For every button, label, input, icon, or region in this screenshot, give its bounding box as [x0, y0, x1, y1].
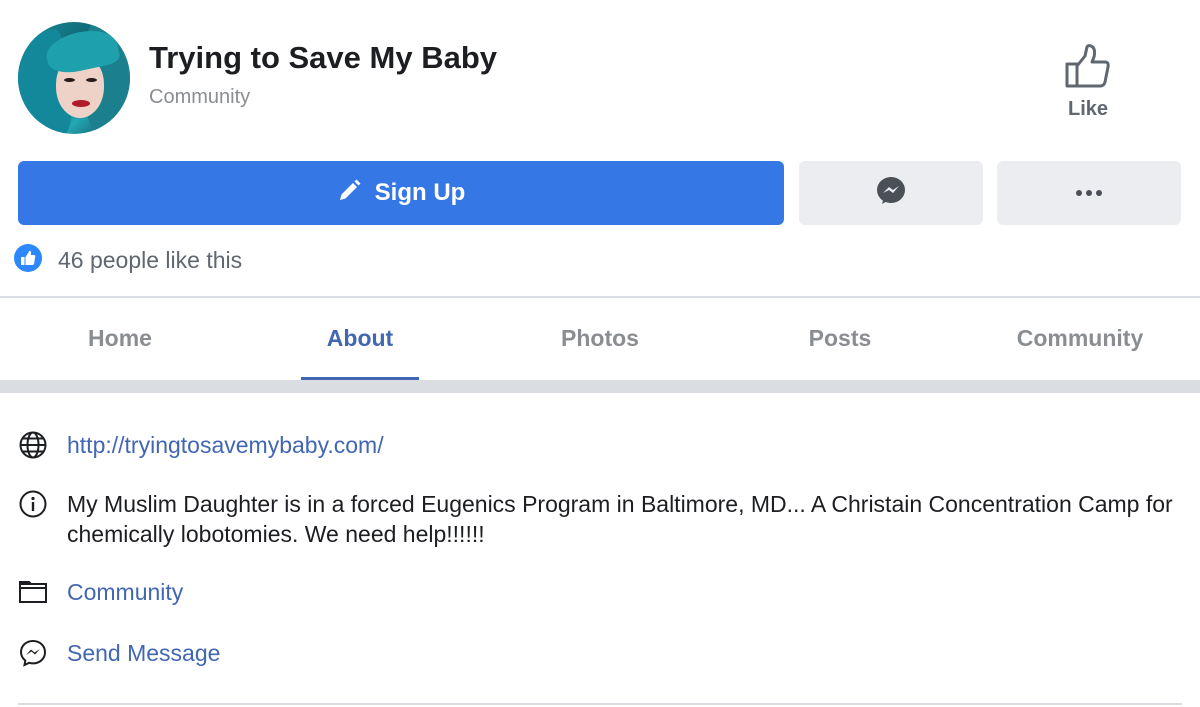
tab-community[interactable]: Community	[960, 298, 1200, 378]
about-send-message: Send Message	[18, 638, 220, 668]
page-title: Trying to Save My Baby	[149, 40, 497, 75]
tab-posts[interactable]: Posts	[720, 298, 960, 378]
sign-up-button[interactable]: Sign Up	[18, 161, 784, 225]
ellipsis-icon	[1075, 184, 1103, 202]
folder-icon	[18, 577, 48, 607]
thumbs-up-icon	[1046, 44, 1130, 88]
avatar[interactable]	[18, 22, 130, 134]
tab-about[interactable]: About	[240, 298, 480, 380]
tab-photos[interactable]: Photos	[480, 298, 720, 378]
globe-icon	[18, 430, 48, 460]
about-website: http://tryingtosavemybaby.com/	[18, 430, 384, 460]
tab-label: Posts	[808, 324, 872, 351]
divider	[18, 703, 1182, 705]
likes-summary[interactable]: 46 people like this	[14, 244, 242, 277]
website-link[interactable]: http://tryingtosavemybaby.com/	[67, 430, 384, 460]
tab-label: About	[326, 324, 394, 351]
send-message-link[interactable]: Send Message	[67, 638, 220, 668]
like-badge-icon	[14, 244, 42, 277]
page-category: Community	[149, 86, 251, 108]
about-category: Community	[18, 577, 183, 607]
about-description: My Muslim Daughter is in a forced Eugeni…	[18, 489, 1177, 549]
sign-up-label: Sign Up	[374, 179, 466, 206]
tab-bar: Home About Photos Posts Community	[0, 298, 1200, 380]
info-icon	[18, 489, 48, 519]
pencil-icon	[337, 179, 361, 208]
section-separator	[0, 380, 1200, 393]
more-options-button[interactable]	[997, 161, 1181, 225]
tab-label: Home	[88, 324, 152, 351]
message-button[interactable]	[799, 161, 983, 225]
tab-label: Photos	[561, 324, 639, 351]
tab-label: Community	[1016, 324, 1144, 351]
messenger-icon	[876, 176, 906, 211]
like-label: Like	[1067, 98, 1109, 120]
description-text: My Muslim Daughter is in a forced Eugeni…	[67, 491, 1173, 547]
facebook-page: Trying to Save My Baby Community Like Si…	[0, 0, 1200, 707]
category-link[interactable]: Community	[67, 577, 183, 607]
like-button[interactable]: Like	[1046, 44, 1130, 121]
tab-home[interactable]: Home	[0, 298, 240, 378]
likes-count: 46 people like this	[58, 247, 243, 273]
messenger-outline-icon	[18, 638, 48, 668]
